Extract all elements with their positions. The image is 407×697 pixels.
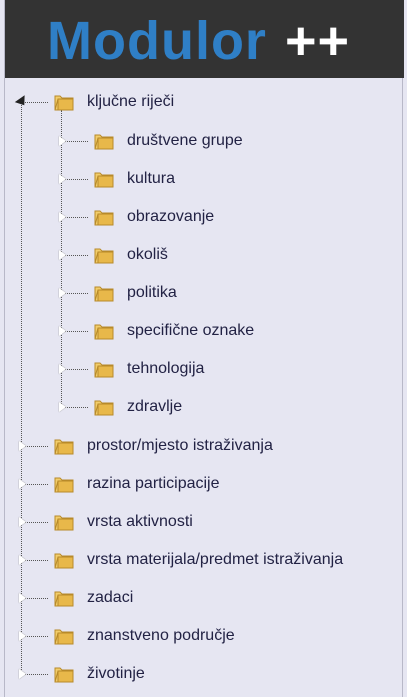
expand-toggle[interactable] <box>19 550 53 570</box>
header: Modulor ++ <box>5 0 404 78</box>
folder-icon <box>54 553 74 569</box>
triangle-right-icon[interactable] <box>59 136 66 146</box>
tree-node-label: specifične oznake <box>127 322 255 339</box>
expand-toggle[interactable] <box>19 436 53 456</box>
folder-icon <box>54 629 74 645</box>
tree: ključne riječi društvene grupe kultura o… <box>5 78 404 697</box>
tree-node-razina-participacije[interactable]: razina participacije <box>19 474 220 494</box>
tree-node-zadaci[interactable]: zadaci <box>19 588 133 608</box>
expand-toggle[interactable] <box>19 474 53 494</box>
tree-node-specificne-oznake[interactable]: specifične oznake <box>59 321 254 341</box>
tree-node-znanstveno-podrucje[interactable]: znanstveno područje <box>19 626 235 646</box>
folder-icon <box>94 362 114 378</box>
tree-node-obrazovanje[interactable]: obrazovanje <box>59 207 214 227</box>
tree-node-politika[interactable]: politika <box>59 283 177 303</box>
triangle-right-icon[interactable] <box>59 212 66 222</box>
triangle-right-icon[interactable] <box>19 669 26 679</box>
folder-icon <box>94 172 114 188</box>
tree-node-label: kultura <box>127 170 176 187</box>
tree-node-drustvene-grupe[interactable]: društvene grupe <box>59 131 243 151</box>
tree-node-label: razina participacije <box>87 475 220 492</box>
tree-node-okolis[interactable]: okoliš <box>59 245 168 265</box>
logo-plus: ++ <box>284 11 351 71</box>
expand-toggle[interactable] <box>59 245 93 265</box>
triangle-right-icon[interactable] <box>19 631 26 641</box>
expand-toggle[interactable] <box>19 626 53 646</box>
expand-toggle[interactable] <box>19 588 53 608</box>
triangle-down-icon[interactable] <box>14 95 30 109</box>
triangle-right-icon[interactable] <box>59 250 66 260</box>
tree-node-label: znanstveno područje <box>87 627 235 644</box>
folder-icon <box>54 439 74 455</box>
tree-node-label: zadaci <box>87 589 134 606</box>
triangle-right-icon[interactable] <box>59 402 66 412</box>
tree-node-vrsta-materijala[interactable]: vrsta materijala/predmet istraživanja <box>19 550 343 570</box>
tree-node-label: obrazovanje <box>127 208 215 225</box>
triangle-right-icon[interactable] <box>59 326 66 336</box>
expand-toggle[interactable] <box>59 321 93 341</box>
folder-icon <box>54 515 74 531</box>
tree-node-label: prostor/mjesto istraživanja <box>87 437 273 454</box>
triangle-right-icon[interactable] <box>19 517 26 527</box>
tree-node-tehnologija[interactable]: tehnologija <box>59 359 204 379</box>
logo: Modulor ++ <box>47 10 350 72</box>
triangle-right-icon[interactable] <box>19 555 26 565</box>
tree-node-kljucne-rijeci[interactable]: ključne riječi <box>14 92 175 112</box>
tree-node-zivotinje[interactable]: životinje <box>19 664 145 684</box>
folder-icon <box>94 248 114 264</box>
folder-icon <box>94 286 114 302</box>
triangle-right-icon[interactable] <box>59 364 66 374</box>
tree-node-label: zdravlje <box>127 398 183 415</box>
expand-toggle[interactable] <box>59 397 93 417</box>
folder-icon <box>94 324 114 340</box>
tree-node-prostor-mjesto[interactable]: prostor/mjesto istraživanja <box>19 436 273 456</box>
expand-toggle[interactable] <box>19 512 53 532</box>
tree-node-label: životinje <box>87 665 145 682</box>
expand-toggle[interactable] <box>59 131 93 151</box>
tree-panel: Modulor ++ ključne riječi društvene grupe <box>4 0 404 697</box>
folder-icon <box>94 210 114 226</box>
tree-node-vrsta-aktivnosti[interactable]: vrsta aktivnosti <box>19 512 193 532</box>
expand-toggle[interactable] <box>59 359 93 379</box>
tree-node-label: okoliš <box>127 246 168 263</box>
triangle-right-icon[interactable] <box>19 479 26 489</box>
expand-toggle[interactable] <box>14 92 53 112</box>
tree-node-label: vrsta aktivnosti <box>87 513 193 530</box>
expand-toggle[interactable] <box>19 664 53 684</box>
tree-node-zdravlje[interactable]: zdravlje <box>59 397 182 417</box>
folder-icon <box>54 477 74 493</box>
folder-icon <box>94 400 114 416</box>
triangle-right-icon[interactable] <box>19 441 26 451</box>
expand-toggle[interactable] <box>59 169 93 189</box>
triangle-right-icon[interactable] <box>59 288 66 298</box>
folder-icon <box>54 591 74 607</box>
triangle-right-icon[interactable] <box>59 174 66 184</box>
tree-node-kultura[interactable]: kultura <box>59 169 175 189</box>
folder-icon <box>54 667 74 683</box>
tree-node-label: ključne riječi <box>87 93 175 110</box>
folder-icon <box>54 95 74 111</box>
folder-icon <box>94 134 114 150</box>
tree-node-label: politika <box>127 284 177 301</box>
expand-toggle[interactable] <box>59 283 93 303</box>
tree-node-label: tehnologija <box>127 360 205 377</box>
logo-word: Modulor <box>47 11 267 71</box>
tree-node-label: društvene grupe <box>127 132 243 149</box>
tree-node-label: vrsta materijala/predmet istraživanja <box>87 551 344 568</box>
triangle-right-icon[interactable] <box>19 593 26 603</box>
expand-toggle[interactable] <box>59 207 93 227</box>
